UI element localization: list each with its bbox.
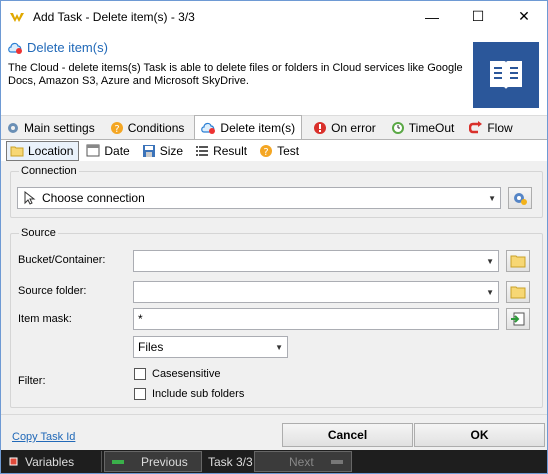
app-logo-icon bbox=[10, 12, 24, 22]
folder-icon bbox=[510, 286, 526, 299]
settings-gear-icon bbox=[514, 193, 527, 205]
tab-label: On error bbox=[331, 121, 376, 135]
error-icon bbox=[314, 122, 327, 134]
next-button[interactable]: Next bbox=[254, 451, 352, 472]
cursor-icon bbox=[24, 191, 36, 205]
tab-label: Conditions bbox=[127, 121, 185, 135]
source-legend: Source bbox=[21, 227, 56, 239]
subtab-date[interactable]: Date bbox=[83, 141, 134, 161]
status-bar: Variables Previous Task 3/3 Next bbox=[1, 450, 547, 473]
subtab-label: Date bbox=[104, 143, 130, 158]
clock-icon bbox=[391, 122, 404, 134]
folder-icon bbox=[10, 146, 24, 156]
close-button[interactable]: ✕ bbox=[501, 1, 547, 32]
main-tabs: Main settings ? Conditions Delete item(s… bbox=[1, 115, 547, 139]
window-title: Add Task - Delete item(s) - 3/3 bbox=[33, 9, 195, 24]
insert-variable-icon bbox=[511, 312, 525, 326]
chevron-down-icon: ▼ bbox=[275, 343, 283, 352]
maximize-button[interactable]: ☐ bbox=[455, 1, 501, 32]
filter-type-value: Files bbox=[138, 340, 164, 354]
tab-label: Flow bbox=[487, 121, 513, 135]
bucket-dropdown[interactable]: ▼ bbox=[133, 250, 499, 272]
subtab-label: Size bbox=[159, 143, 184, 158]
task-header: Delete item(s) The Cloud - delete items(… bbox=[1, 32, 547, 116]
tab-conditions[interactable]: ? Conditions bbox=[105, 117, 191, 139]
case-sensitive-label: Casesensitive bbox=[152, 368, 221, 380]
subtab-size[interactable]: Size bbox=[139, 141, 188, 161]
tab-label: Main settings bbox=[24, 121, 95, 135]
item-mask-insert-button[interactable] bbox=[506, 308, 530, 330]
copy-task-id-link[interactable]: Copy Task Id bbox=[12, 431, 75, 443]
subtab-location[interactable]: Location bbox=[6, 140, 80, 161]
chevron-down-icon: ▼ bbox=[486, 257, 494, 266]
filter-type-dropdown[interactable]: Files ▼ bbox=[133, 336, 288, 358]
cloud-delete-icon bbox=[8, 42, 22, 54]
folder-icon bbox=[510, 255, 526, 268]
tab-flow[interactable]: Flow bbox=[464, 117, 518, 139]
question-icon: ? bbox=[260, 144, 273, 158]
add-task-window: Add Task - Delete item(s) - 3/3 — ☐ ✕ De… bbox=[0, 0, 548, 474]
tab-label: TimeOut bbox=[408, 121, 455, 135]
connection-legend: Connection bbox=[21, 165, 77, 177]
source-folder-browse-button[interactable] bbox=[506, 281, 530, 303]
dialog-footer: Copy Task Id Cancel OK bbox=[1, 414, 547, 450]
subtab-result[interactable]: Result bbox=[192, 141, 252, 161]
tab-label: Delete item(s) bbox=[220, 120, 296, 135]
cancel-button[interactable]: Cancel bbox=[282, 423, 413, 447]
svg-text:?: ? bbox=[263, 147, 268, 158]
subtab-label: Result bbox=[213, 143, 248, 158]
next-label: Next bbox=[289, 454, 314, 469]
tab-main-settings[interactable]: Main settings bbox=[1, 117, 101, 139]
tab-on-error[interactable]: On error bbox=[308, 117, 382, 139]
bucket-label: Bucket/Container: bbox=[18, 254, 106, 266]
subtab-label: Test bbox=[277, 143, 300, 158]
gear-icon bbox=[8, 123, 18, 133]
next-arrow-icon bbox=[330, 459, 343, 464]
include-sub-folders-checkbox[interactable] bbox=[134, 388, 146, 400]
location-panel: Connection Choose connection ▼ Source Bu… bbox=[1, 161, 547, 414]
calendar-icon bbox=[86, 144, 100, 157]
ok-button[interactable]: OK bbox=[414, 423, 545, 447]
item-mask-label: Item mask: bbox=[18, 313, 72, 325]
item-mask-input[interactable]: * bbox=[133, 308, 499, 330]
connection-value: Choose connection bbox=[42, 191, 145, 205]
source-folder-label: Source folder: bbox=[18, 285, 87, 297]
task-counter: Task 3/3 bbox=[202, 451, 254, 472]
variables-button[interactable]: Variables bbox=[1, 451, 102, 472]
list-icon bbox=[196, 145, 209, 156]
connection-dropdown[interactable]: Choose connection ▼ bbox=[17, 187, 501, 209]
header-title-text: Delete item(s) bbox=[27, 40, 108, 55]
subtab-label: Location bbox=[28, 143, 74, 158]
question-icon: ? bbox=[110, 122, 123, 135]
variables-label: Variables bbox=[25, 454, 75, 469]
disk-icon bbox=[142, 144, 155, 157]
previous-label: Previous bbox=[141, 454, 188, 469]
case-sensitive-checkbox[interactable] bbox=[134, 368, 146, 380]
stop-icon bbox=[9, 457, 18, 465]
flow-icon bbox=[469, 121, 483, 134]
minimize-button[interactable]: — bbox=[409, 1, 455, 32]
task-description: The Cloud - delete items(s) Task is able… bbox=[8, 62, 463, 87]
cloud-delete-icon bbox=[201, 122, 216, 134]
task-logo-icon bbox=[473, 42, 539, 108]
chevron-down-icon: ▼ bbox=[488, 194, 496, 203]
include-sub-folders-label: Include sub folders bbox=[152, 388, 245, 400]
sub-tabs: Location Date Size Result ? Test bbox=[1, 139, 547, 161]
svg-text:?: ? bbox=[114, 124, 119, 135]
tab-timeout[interactable]: TimeOut bbox=[386, 117, 461, 139]
filter-label: Filter: bbox=[18, 375, 46, 387]
title-bar: Add Task - Delete item(s) - 3/3 — ☐ ✕ bbox=[1, 1, 547, 32]
previous-button[interactable]: Previous bbox=[104, 451, 202, 472]
tab-delete-items[interactable]: Delete item(s) bbox=[194, 115, 303, 139]
chevron-down-icon: ▼ bbox=[486, 288, 494, 297]
bucket-browse-button[interactable] bbox=[506, 250, 530, 272]
source-folder-dropdown[interactable]: ▼ bbox=[133, 281, 499, 303]
task-header-title: Delete item(s) bbox=[7, 40, 108, 55]
item-mask-value: * bbox=[138, 312, 143, 326]
subtab-test[interactable]: ? Test bbox=[256, 141, 304, 161]
task-counter-label: Task 3/3 bbox=[208, 454, 253, 469]
connection-settings-button[interactable] bbox=[508, 187, 532, 209]
previous-arrow-icon bbox=[112, 459, 124, 464]
